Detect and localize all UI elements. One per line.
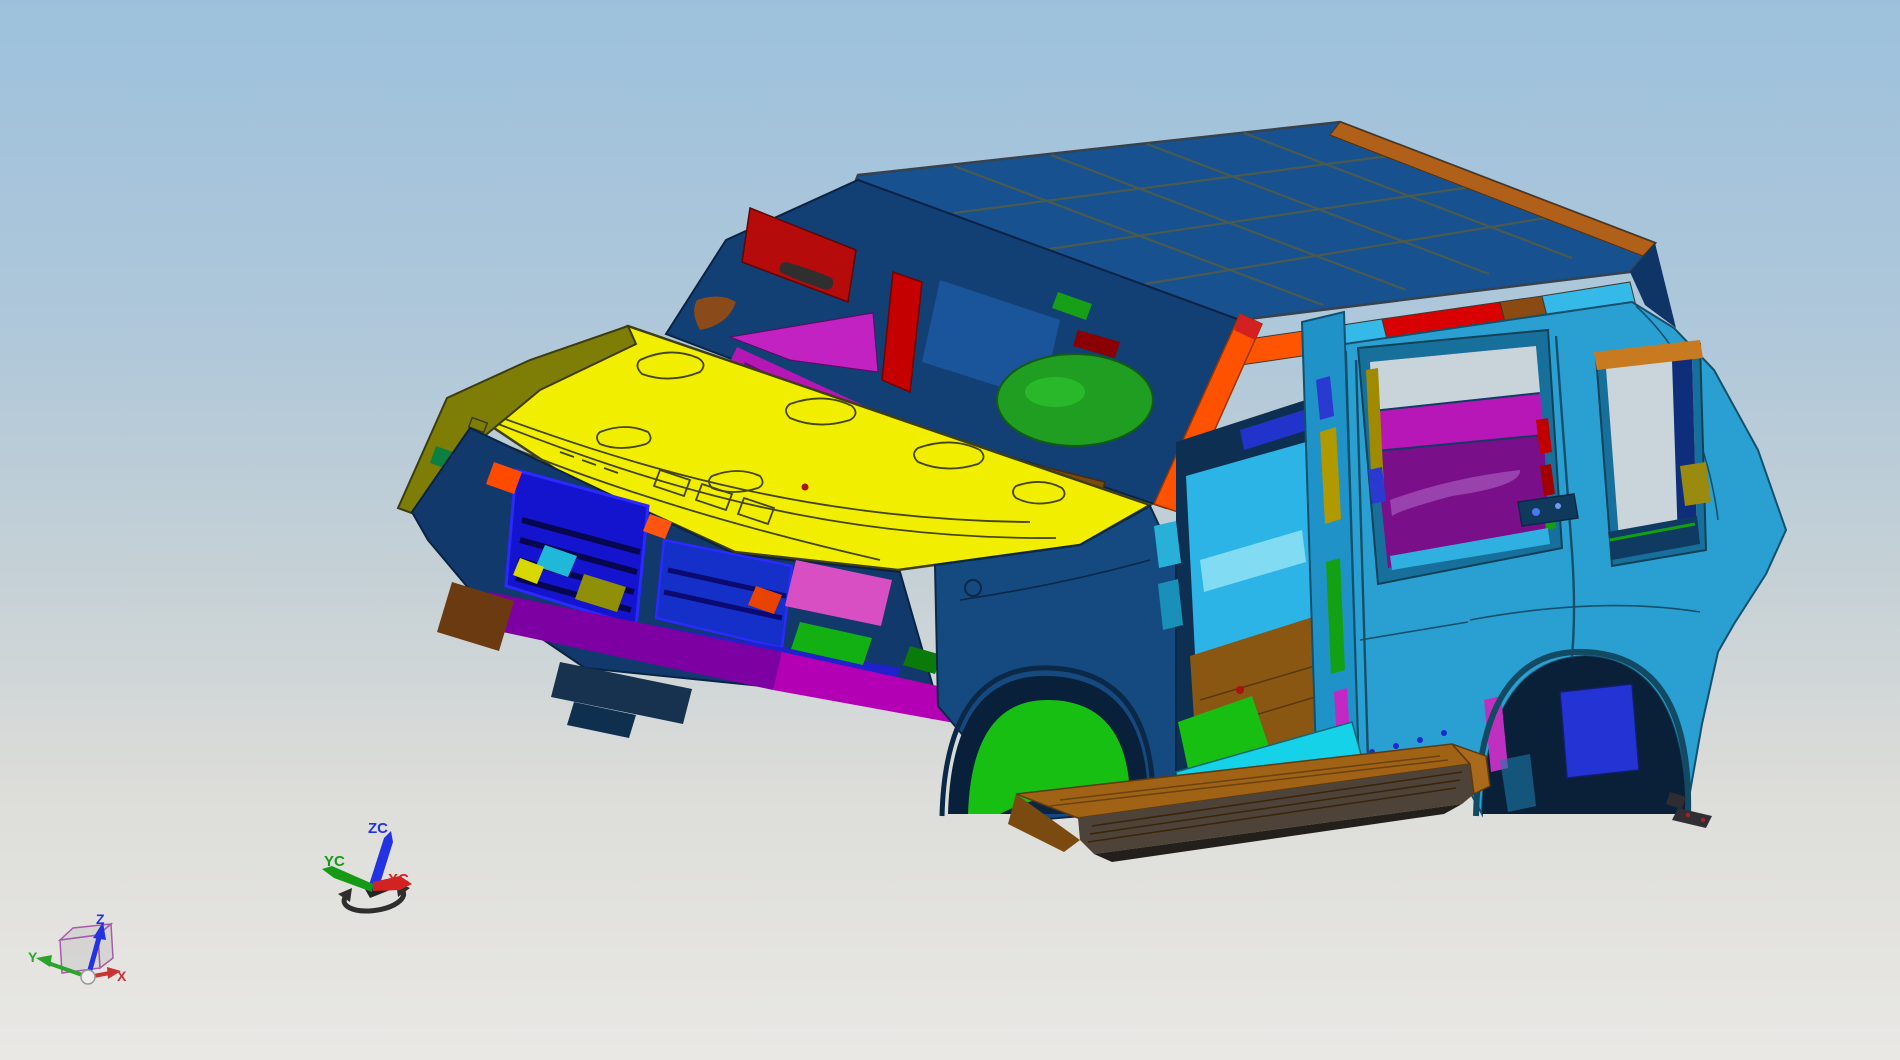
triad-cube <box>57 922 114 974</box>
hood-marker-dot <box>801 483 809 491</box>
wcs-x-label: XC <box>388 871 409 888</box>
wcs-y-label: YC <box>324 853 345 870</box>
wheelhouse-bracket-blue[interactable] <box>1559 683 1640 779</box>
floor-red-dot <box>1236 686 1244 694</box>
absolute-triad: Z Y X <box>28 911 127 985</box>
abs-x-label: X <box>117 968 127 984</box>
rear-door-window[interactable] <box>1356 328 1564 586</box>
quarter-window-plate-olive <box>1680 462 1711 506</box>
body-in-white-model[interactable]: ZC YC XC Z Y X <box>0 0 1900 1060</box>
wcs-triad[interactable]: ZC YC XC <box>322 820 412 914</box>
quarter-window[interactable] <box>1594 340 1711 568</box>
abs-z-label: Z <box>96 911 105 927</box>
abs-y-label: Y <box>28 949 38 965</box>
abs-origin-sphere <box>80 969 96 985</box>
cad-application-window: ZC YC XC Z Y X <box>0 0 1900 1060</box>
tunnel-highlight <box>1025 377 1085 407</box>
abs-y-arrowhead <box>36 955 52 967</box>
wcs-z-label: ZC <box>368 820 388 837</box>
